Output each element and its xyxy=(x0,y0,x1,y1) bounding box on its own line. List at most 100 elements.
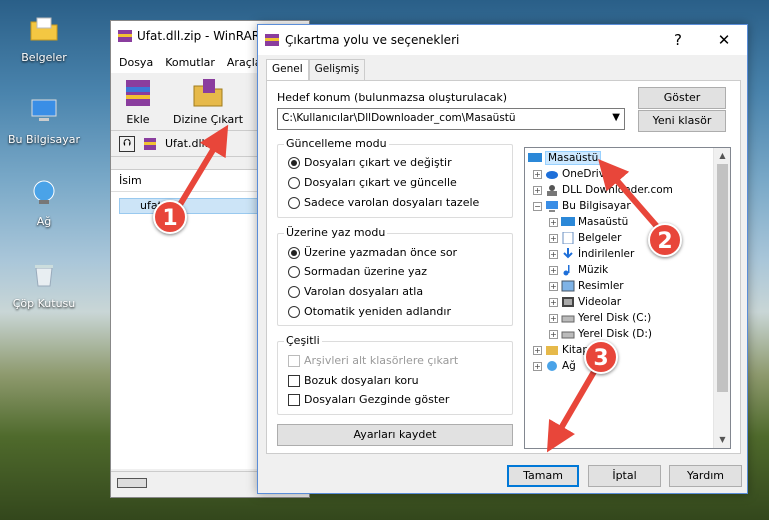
pictures-icon xyxy=(561,280,575,292)
expand-icon[interactable]: + xyxy=(533,185,542,195)
scroll-thumb[interactable] xyxy=(717,164,728,392)
expand-icon[interactable]: + xyxy=(533,345,542,355)
status-icons xyxy=(117,478,147,488)
tab-advanced[interactable]: Gelişmiş xyxy=(308,59,366,80)
help-icon[interactable]: ? xyxy=(655,25,701,55)
extract-folder-icon xyxy=(193,79,223,107)
add-button[interactable]: Ekle xyxy=(121,77,155,126)
extract-to-button[interactable]: Dizine Çıkart xyxy=(173,77,243,126)
computer-icon xyxy=(546,201,558,212)
step-badge-3: 3 xyxy=(584,340,618,374)
radio[interactable] xyxy=(288,265,300,278)
update-option-update[interactable]: Dosyaları çıkart ve güncelle xyxy=(288,176,457,189)
update-option-replace[interactable]: Dosyaları çıkart ve değiştir xyxy=(288,156,452,169)
expand-icon[interactable]: + xyxy=(549,217,558,227)
chevron-down-icon[interactable]: ▼ xyxy=(612,112,620,123)
expand-icon[interactable]: + xyxy=(549,233,558,243)
winrar-icon xyxy=(118,30,132,42)
overwrite-option-skip[interactable]: Varolan dosyaları atla xyxy=(288,285,423,298)
extract-dialog: Çıkartma yolu ve seçenekleri ? ✕ Genel G… xyxy=(257,24,748,494)
desktop-icon-label: Belgeler xyxy=(21,51,67,64)
archive-add-icon xyxy=(126,80,150,106)
tree-item-onedrive[interactable]: + OneDrive xyxy=(533,168,611,180)
drive-icon xyxy=(561,331,575,339)
expand-icon[interactable]: + xyxy=(549,313,558,323)
cloud-icon xyxy=(546,171,558,179)
radio[interactable] xyxy=(288,176,300,189)
overwrite-option-ask[interactable]: Üzerine yazmadan önce sor xyxy=(288,246,457,259)
tree-item-desktop[interactable]: Masaüstü xyxy=(528,151,602,165)
update-option-refresh[interactable]: Sadece varolan dosyaları tazele xyxy=(288,196,479,209)
new-folder-button[interactable]: Yeni klasör xyxy=(638,110,726,132)
menu-file[interactable]: Dosya xyxy=(119,56,153,69)
desktop-icon-documents[interactable]: Belgeler xyxy=(6,14,82,64)
tree-item-this-pc[interactable]: − Bu Bilgisayar xyxy=(533,200,631,212)
overwrite-mode-title: Üzerine yaz modu xyxy=(284,226,388,239)
desktop-icon-this-pc[interactable]: Bu Bilgisayar xyxy=(6,96,82,146)
misc-group: Çeşitli Arşivleri alt klasörlere çıkart … xyxy=(277,334,513,415)
tree-item-downloads[interactable]: + İndirilenler xyxy=(549,248,634,260)
save-settings-button[interactable]: Ayarları kaydet xyxy=(277,424,513,446)
checkbox[interactable] xyxy=(288,354,300,367)
scroll-down-icon[interactable]: ▼ xyxy=(714,432,731,448)
scroll-up-icon[interactable]: ▲ xyxy=(714,148,731,164)
ok-button[interactable]: Tamam xyxy=(507,465,579,487)
expand-icon[interactable]: + xyxy=(549,297,558,307)
menu-commands[interactable]: Komutlar xyxy=(165,56,215,69)
misc-option-show-explorer[interactable]: Dosyaları Gezginde göster xyxy=(288,393,449,406)
desktop-icon-network[interactable]: Ağ xyxy=(6,178,82,228)
radio-selected[interactable] xyxy=(288,156,300,169)
video-icon xyxy=(562,297,574,307)
expand-icon[interactable]: + xyxy=(549,265,558,275)
tab-general[interactable]: Genel xyxy=(266,59,309,80)
winrar-dialog-icon xyxy=(265,34,279,46)
step-badge-1: 1 xyxy=(153,200,187,234)
expand-icon[interactable]: + xyxy=(533,169,542,179)
tree-scrollbar[interactable]: ▲ ▼ xyxy=(713,148,730,448)
tree-item-pictures[interactable]: + Resimler xyxy=(549,280,624,292)
show-button[interactable]: Göster xyxy=(638,87,726,109)
archive-path: Ufat.dll.zip xyxy=(165,137,224,150)
tree-item-network[interactable]: + Ağ xyxy=(533,360,576,372)
tree-item-disk-d[interactable]: + Yerel Disk (D:) xyxy=(549,328,652,340)
folder-tree: Masaüstü + OneDrive + DLL Downloader.com −… xyxy=(524,147,731,449)
tree-item-pc-desktop[interactable]: + Masaüstü xyxy=(549,216,628,228)
destination-label: Hedef konum (bulunmazsa oluşturulacak) xyxy=(277,91,507,104)
folder-icon xyxy=(30,17,58,41)
radio[interactable] xyxy=(288,285,300,298)
overwrite-option-rename[interactable]: Otomatik yeniden adlandır xyxy=(288,305,451,318)
misc-option-subfolders[interactable]: Arşivleri alt klasörlere çıkart xyxy=(288,354,458,367)
expand-icon[interactable]: + xyxy=(549,249,558,259)
radio[interactable] xyxy=(288,305,300,318)
tree-item-disk-c[interactable]: + Yerel Disk (C:) xyxy=(549,312,651,324)
desktop-icon-label: Ağ xyxy=(36,215,52,228)
up-folder-icon[interactable]: ⮉ xyxy=(119,135,135,152)
desktop-icon-recycle-bin[interactable]: Çöp Kutusu xyxy=(6,260,82,310)
tree-item-music[interactable]: + Müzik xyxy=(549,264,608,276)
expand-icon[interactable]: + xyxy=(533,361,542,371)
radio[interactable] xyxy=(288,196,300,209)
step-badge-2: 2 xyxy=(648,223,682,257)
archive-icon xyxy=(144,137,156,150)
expand-icon[interactable]: + xyxy=(549,329,558,339)
checkbox[interactable] xyxy=(288,374,300,387)
recycle-bin-icon xyxy=(35,265,53,287)
radio-selected[interactable] xyxy=(288,246,300,259)
update-mode-group: Güncelleme modu Dosyaları çıkart ve deği… xyxy=(277,137,513,218)
expand-icon[interactable]: + xyxy=(549,281,558,291)
destination-path-combo[interactable]: C:\Kullanıcılar\DllDownloader_com\Masaüs… xyxy=(277,108,625,130)
checkbox[interactable] xyxy=(288,393,300,406)
tree-item-dll-downloader[interactable]: + DLL Downloader.com xyxy=(533,184,673,196)
cancel-button[interactable]: İptal xyxy=(588,465,661,487)
overwrite-option-silent[interactable]: Sormadan üzerine yaz xyxy=(288,265,427,278)
tree-item-videos[interactable]: + Videolar xyxy=(549,296,621,308)
help-button[interactable]: Yardım xyxy=(669,465,742,487)
extract-to-button-label: Dizine Çıkart xyxy=(173,113,244,126)
add-button-label: Ekle xyxy=(126,113,150,126)
dialog-tabs: Genel Gelişmiş xyxy=(266,59,366,80)
destination-path: C:\Kullanıcılar\DllDownloader_com\Masaüs… xyxy=(282,112,516,124)
tree-item-documents[interactable]: + Belgeler xyxy=(549,232,621,244)
close-icon[interactable]: ✕ xyxy=(701,25,747,55)
collapse-icon[interactable]: − xyxy=(533,201,542,211)
misc-option-keep-broken[interactable]: Bozuk dosyaları koru xyxy=(288,374,419,387)
